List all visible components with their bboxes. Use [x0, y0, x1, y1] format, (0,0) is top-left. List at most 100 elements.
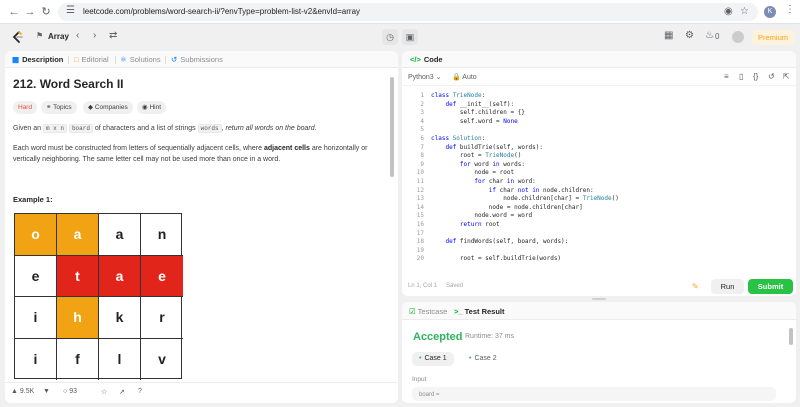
grid-layout-icon[interactable]: ▦ — [664, 30, 673, 41]
profile-avatar[interactable]: K — [764, 6, 776, 18]
line-text: def buildTrie(self, words): — [445, 143, 543, 151]
line-text: self.word = None — [431, 117, 518, 125]
back-icon[interactable]: ← — [6, 4, 22, 20]
case-tab-2[interactable]: • Case 2 — [462, 352, 504, 366]
notes-icon[interactable]: ✎ — [692, 282, 699, 291]
tab-description[interactable]: ▦ Description — [12, 55, 63, 64]
bookmark-star-icon[interactable]: ☆ — [740, 6, 749, 17]
line-number: 9 — [420, 160, 424, 168]
language-select[interactable]: Python3 ⌄ — [408, 73, 442, 81]
address-bar[interactable]: ☰ leetcode.com/problems/word-search-ii/?… — [58, 3, 758, 21]
input-variable: board = — [419, 392, 440, 398]
input-value-box: board = — [412, 387, 776, 401]
share-icon[interactable]: ↗ — [119, 388, 125, 396]
line-number: 17 — [416, 229, 424, 237]
code-brackets-icon: </> — [410, 55, 421, 64]
line-text: for char in word: — [474, 178, 536, 185]
fullscreen-icon[interactable]: ⇱ — [783, 72, 790, 81]
hint-tag[interactable]: ◉ Hint — [137, 101, 167, 114]
description-scrollbar[interactable] — [390, 77, 394, 177]
line-number: 4 — [420, 117, 424, 125]
code-editor[interactable]: 1 class TrieNode: 2 def __init__(self): 3 s… — [402, 89, 796, 277]
code-panel-title: </> Code — [410, 55, 443, 64]
board-cell: a — [57, 214, 99, 256]
board-cell: a — [99, 255, 141, 297]
tab-testcase[interactable]: ☑ Testcase — [409, 307, 447, 316]
line-text: node.children[char] = TrieNode() — [431, 195, 619, 203]
forward-icon[interactable]: → — [22, 4, 38, 20]
tab-test-result[interactable]: >_ Test Result — [454, 307, 505, 316]
line-text: def __init__(self): — [445, 100, 515, 108]
line-number: 6 — [420, 135, 424, 142]
terminal-prompt-icon: >_ — [454, 307, 465, 316]
line-number: 16 — [416, 221, 424, 228]
shuffle-icon[interactable]: ⇄ — [109, 30, 117, 41]
editorial-book-icon: □ — [74, 55, 79, 64]
braces-icon[interactable]: {} — [753, 72, 758, 81]
tab-editorial[interactable]: □ Editorial — [74, 55, 109, 64]
result-scrollbar[interactable] — [789, 328, 793, 345]
lock-icon: 🔒 — [452, 74, 461, 81]
problem-list-icon[interactable]: ⚑ — [36, 31, 43, 40]
board-cell: r — [141, 297, 183, 339]
reload-icon[interactable]: ↻ — [38, 4, 54, 20]
submit-button[interactable]: Submit — [748, 279, 793, 294]
line-text: if char not in node.children: — [488, 186, 594, 194]
site-info-icon[interactable]: ☰ — [66, 5, 75, 16]
settings-gear-icon[interactable]: ⚙ — [685, 30, 694, 41]
comments-button[interactable]: ○ 93 — [63, 388, 77, 395]
problem-title[interactable]: 212. Word Search II — [13, 77, 388, 91]
board-cell: e — [141, 255, 183, 297]
problem-paragraph-1: Given an m x n board of characters and a… — [13, 124, 317, 133]
bookmark-icon[interactable]: ▯ — [739, 72, 743, 81]
fire-streak-icon[interactable]: ♨ — [705, 30, 714, 41]
board-cell: a — [99, 214, 141, 256]
user-avatar[interactable] — [732, 31, 744, 43]
case-tab-1[interactable]: • Case 1 — [412, 352, 454, 366]
layout-icon[interactable]: ▣ — [402, 29, 418, 45]
line-number: 7 — [420, 143, 424, 151]
line-number: 14 — [416, 203, 424, 211]
like-button[interactable]: ▲ 9.5K — [11, 388, 34, 395]
notification-count: 0 — [715, 32, 720, 41]
auto-mode-toggle[interactable]: 🔒 Auto — [452, 73, 477, 81]
url-text: leetcode.com/problems/word-search-ii/?en… — [83, 7, 361, 16]
dislike-icon[interactable]: ▼ — [43, 388, 50, 395]
run-button[interactable]: Run — [711, 279, 744, 294]
board-cell: t — [57, 255, 99, 297]
leetcode-logo-icon[interactable] — [10, 30, 24, 44]
browser-menu-icon[interactable]: ⋮ — [785, 4, 795, 15]
line-number: 5 — [420, 126, 424, 134]
result-tabs: ☑ Testcase >_ Test Result — [402, 302, 796, 320]
reset-icon[interactable]: ↺ — [768, 72, 775, 81]
next-problem-icon[interactable]: › — [93, 30, 96, 41]
board-cell: n — [141, 214, 183, 256]
leetcode-topbar: ⚑ Array ‹ › ⇄ ◷ ▣ ▦ ⚙ ♨ 0 Premium — [0, 25, 800, 50]
timer-icon[interactable]: ◷ — [382, 29, 398, 45]
topics-tag[interactable]: ⚭ Topics — [41, 101, 77, 114]
line-text: root = self.buildTrie(words) — [431, 255, 562, 263]
problem-paragraph-2: Each word must be constructed from lette… — [13, 145, 368, 163]
help-question-icon[interactable]: ? — [138, 388, 142, 395]
premium-button[interactable]: Premium — [752, 30, 794, 45]
line-text: return root — [459, 221, 500, 228]
panel-resize-handle[interactable] — [402, 297, 796, 301]
tab-submissions[interactable]: ↺ Submissions — [171, 55, 223, 64]
line-number: 2 — [420, 100, 424, 108]
line-number: 8 — [420, 152, 424, 160]
board-cell: k — [99, 297, 141, 339]
code-panel-header: </> Code — [402, 51, 796, 68]
line-text: class TrieNode: — [431, 92, 486, 99]
board-cell: v — [158, 350, 166, 367]
problem-list-label[interactable]: Array — [48, 32, 69, 41]
problem-content: 212. Word Search II Hard ⚭ Topics ◆ Comp… — [13, 77, 388, 165]
companies-tag[interactable]: ◆ Companies — [83, 101, 133, 114]
prev-problem-icon[interactable]: ‹ — [76, 30, 79, 41]
eye-off-icon[interactable]: ◉ — [724, 6, 733, 17]
thumbs-up-icon: ▲ — [11, 388, 20, 395]
format-lines-icon[interactable]: ≡ — [724, 72, 729, 81]
favorite-star-icon[interactable]: ☆ — [101, 388, 107, 396]
tab-solutions[interactable]: ⚛ Solutions — [120, 55, 161, 64]
problem-tags: Hard ⚭ Topics ◆ Companies ◉ Hint — [13, 101, 388, 114]
line-number: 18 — [416, 238, 424, 246]
